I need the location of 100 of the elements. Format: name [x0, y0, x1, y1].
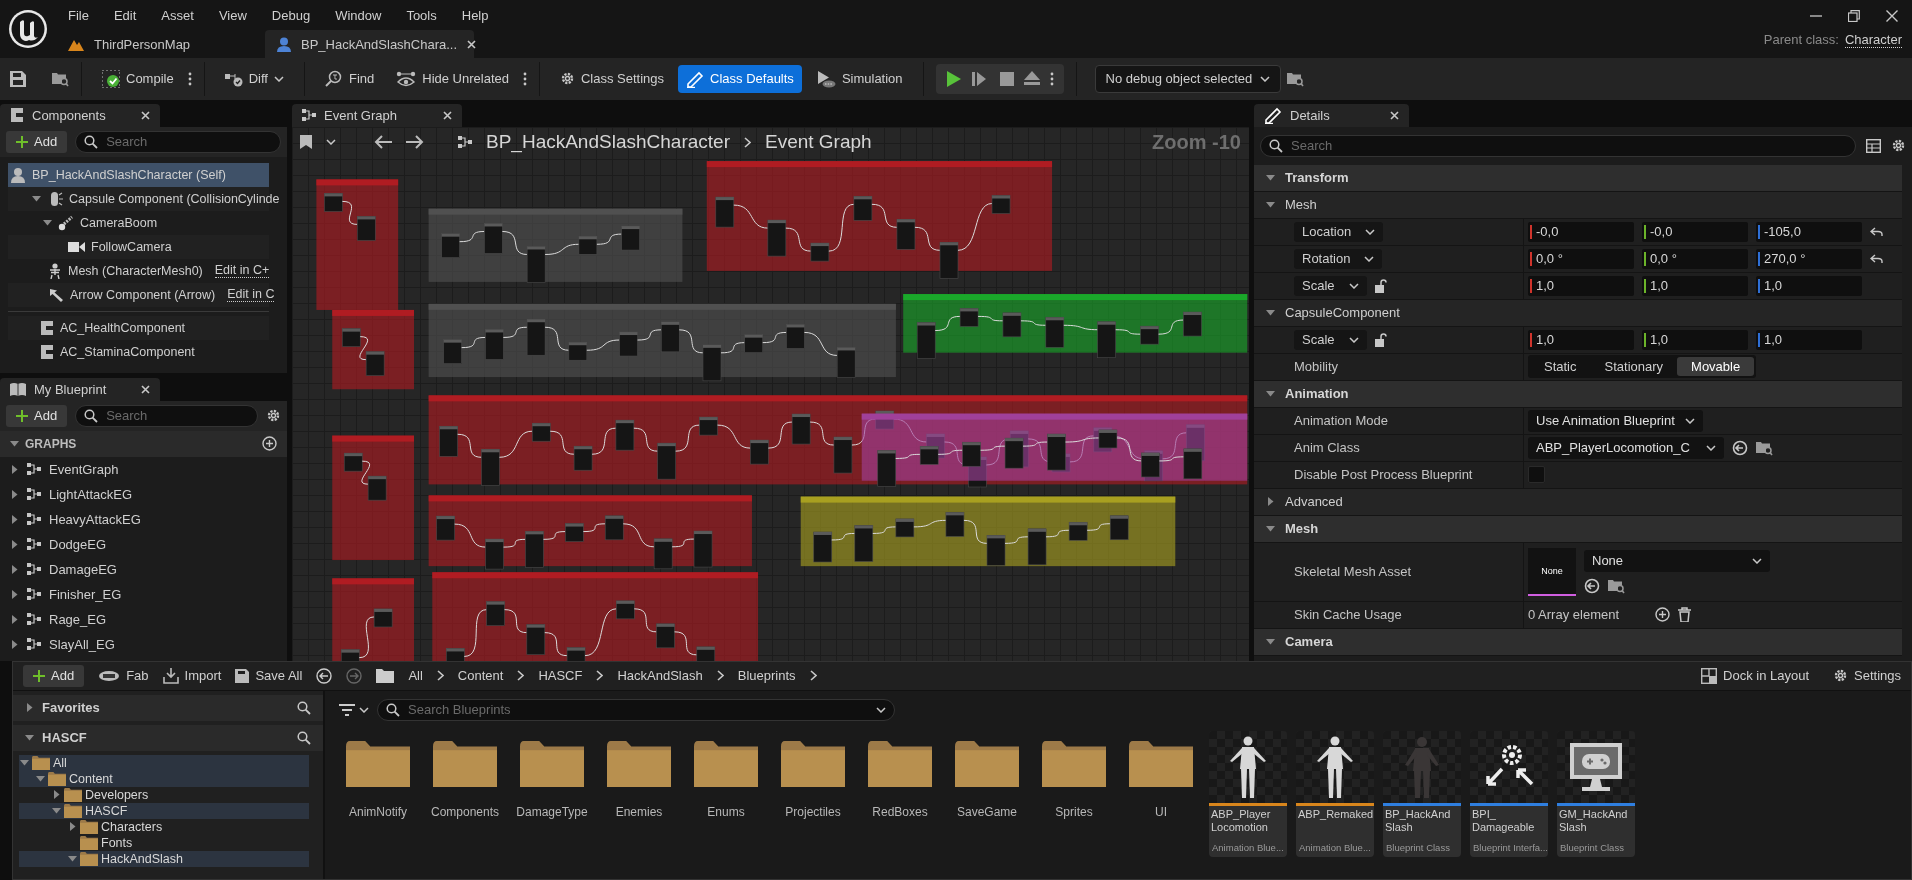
reset-arrow-icon[interactable] [1870, 253, 1883, 264]
section-header[interactable]: HASCF [13, 724, 323, 751]
folder-tile[interactable]: SaveGame [948, 730, 1026, 857]
transform-dropdown[interactable]: Scale [1294, 275, 1367, 296]
folder-tree-row[interactable]: All [19, 754, 309, 771]
use-selected-icon[interactable] [1584, 577, 1600, 594]
transform-dropdown[interactable]: Scale [1294, 329, 1367, 350]
folder-search-icon[interactable] [1287, 70, 1305, 87]
asset-tile[interactable]: ABP_Remaked Animation Blue... [1296, 730, 1374, 857]
number-field[interactable]: 0,0 ° [1528, 248, 1634, 269]
search-field[interactable]: Search Blueprints [377, 698, 895, 721]
folder-tree-row[interactable]: HASCF [19, 802, 309, 819]
component-row[interactable]: Mesh (CharacterMesh0) Edit in C+ [8, 258, 269, 283]
search-field[interactable]: Search [75, 130, 281, 153]
menu-item[interactable]: Edit [113, 7, 137, 23]
folder-tree-row[interactable]: Developers [19, 786, 309, 803]
settings-button[interactable]: Settings [1833, 667, 1901, 684]
collapsed-arrow-icon[interactable] [10, 539, 19, 549]
folder-tile[interactable]: Components [426, 730, 504, 857]
add-button[interactable]: Add [6, 404, 68, 427]
reset-arrow-icon[interactable] [1870, 226, 1883, 237]
folder-tile[interactable]: Sprites [1035, 730, 1113, 857]
asset-dropdown[interactable]: ABP_PlayerLocomotion_C [1528, 436, 1724, 459]
dock-in-layout-button[interactable]: Dock in Layout [1701, 667, 1809, 684]
expanded-arrow-icon[interactable] [25, 733, 34, 743]
category-header[interactable]: Advanced [1254, 488, 1902, 516]
segment-option[interactable]: Movable [1677, 357, 1755, 377]
number-field[interactable]: 1,0 [1756, 275, 1862, 296]
save-all-button[interactable]: Save All [235, 668, 303, 684]
graph-list-item[interactable]: Finisher_EG [0, 581, 287, 607]
collapsed-arrow-icon[interactable] [10, 564, 19, 574]
collapsed-arrow-icon[interactable] [10, 464, 19, 474]
collapsed-arrow-icon[interactable] [10, 589, 19, 599]
section-header[interactable]: GRAPHS [0, 430, 287, 457]
folder-tree-row[interactable]: Fonts [19, 834, 309, 851]
collapsed-arrow-icon[interactable] [10, 489, 19, 499]
debug-object-dropdown[interactable]: No debug object selected [1094, 64, 1282, 93]
folder-tile[interactable]: Projectiles [774, 730, 852, 857]
search-input[interactable]: Search [106, 408, 249, 424]
folder-tile[interactable]: UI [1122, 730, 1200, 857]
toolbar-button[interactable]: Class Settings [551, 64, 673, 93]
dropdown[interactable]: Use Animation Blueprint [1528, 409, 1703, 432]
panel-tab[interactable]: Event Graph [292, 103, 462, 127]
section-header[interactable]: Camera [1254, 628, 1902, 656]
folder-tile[interactable]: RedBoxes [861, 730, 939, 857]
section-header[interactable]: Mesh [1254, 515, 1902, 543]
graph-list-item[interactable]: DodgeEG [0, 531, 287, 557]
collapsed-arrow-icon[interactable] [10, 639, 19, 649]
back-arrow-icon[interactable] [374, 135, 392, 150]
category-header[interactable]: CapsuleComponent [1254, 299, 1902, 327]
component-row[interactable]: AC_StaminaComponent [8, 339, 269, 364]
forward-circle-icon[interactable] [346, 667, 363, 684]
document-tab[interactable]: ThirdPersonMap [56, 30, 265, 58]
folder-tile[interactable]: Enemies [600, 730, 678, 857]
toolbar-button[interactable]: Simulation [807, 64, 911, 93]
bookmark-icon[interactable] [300, 135, 312, 150]
padlock-icon[interactable] [1374, 278, 1387, 293]
graph-list-item[interactable]: SlayAll_EG [0, 631, 287, 657]
folder-search-icon[interactable] [52, 70, 69, 87]
number-field[interactable]: 270,0 ° [1756, 248, 1862, 269]
folder-tile[interactable]: Enums [687, 730, 765, 857]
document-tab[interactable]: BP_HackAndSlashChara... [265, 30, 474, 58]
search-field[interactable]: Search [1260, 134, 1856, 157]
search-input[interactable]: Search [106, 134, 272, 150]
menu-item[interactable]: Asset [161, 7, 194, 23]
path-segment[interactable]: HackAndSlash [617, 668, 703, 684]
expanded-arrow-icon[interactable] [1266, 173, 1275, 183]
graph-list-item[interactable]: EventGraph [0, 456, 287, 482]
import-button[interactable]: Import [162, 667, 222, 684]
use-selected-icon[interactable] [1732, 439, 1748, 456]
checkbox[interactable] [1528, 466, 1545, 484]
breadcrumb-item[interactable]: Event Graph [764, 131, 872, 154]
graph-list-item[interactable]: DamageEG [0, 556, 287, 582]
folder-tile[interactable]: DamageType [513, 730, 591, 857]
breadcrumb-item[interactable]: BP_HackAndSlashCharacter [486, 131, 730, 154]
close-icon[interactable] [1886, 10, 1898, 22]
number-field[interactable]: 1,0 [1756, 329, 1862, 350]
search-field[interactable]: Search [75, 404, 258, 427]
table-view-icon[interactable] [1866, 138, 1881, 153]
stop-icon[interactable] [999, 71, 1014, 86]
component-row[interactable]: BP_HackAndSlashCharacter (Self) [8, 162, 269, 187]
number-field[interactable]: 1,0 [1528, 275, 1634, 296]
folder-tree-row[interactable]: Characters [19, 818, 309, 835]
asset-tile[interactable]: BP_HackAnd Slash Blueprint Class [1383, 730, 1461, 857]
close-icon[interactable] [1390, 110, 1399, 120]
path-segment[interactable]: All [408, 668, 423, 684]
asset-dropdown[interactable]: None [1584, 549, 1770, 572]
expanded-arrow-icon[interactable] [1266, 637, 1275, 647]
menu-item[interactable]: View [218, 7, 247, 23]
graph-list-item[interactable]: LightAttackEG [0, 481, 287, 507]
number-field[interactable]: 0,0 ° [1642, 248, 1748, 269]
save-icon[interactable] [10, 70, 26, 87]
category-header[interactable]: Mesh [1254, 191, 1902, 219]
collapsed-arrow-icon[interactable] [10, 514, 19, 524]
path-segment[interactable]: Blueprints [737, 668, 796, 684]
close-icon[interactable] [443, 110, 452, 120]
restore-icon[interactable] [1848, 10, 1860, 22]
number-field[interactable]: -0,0 [1642, 221, 1748, 242]
add-element-icon[interactable] [1655, 607, 1671, 623]
expanded-arrow-icon[interactable] [1266, 389, 1275, 399]
